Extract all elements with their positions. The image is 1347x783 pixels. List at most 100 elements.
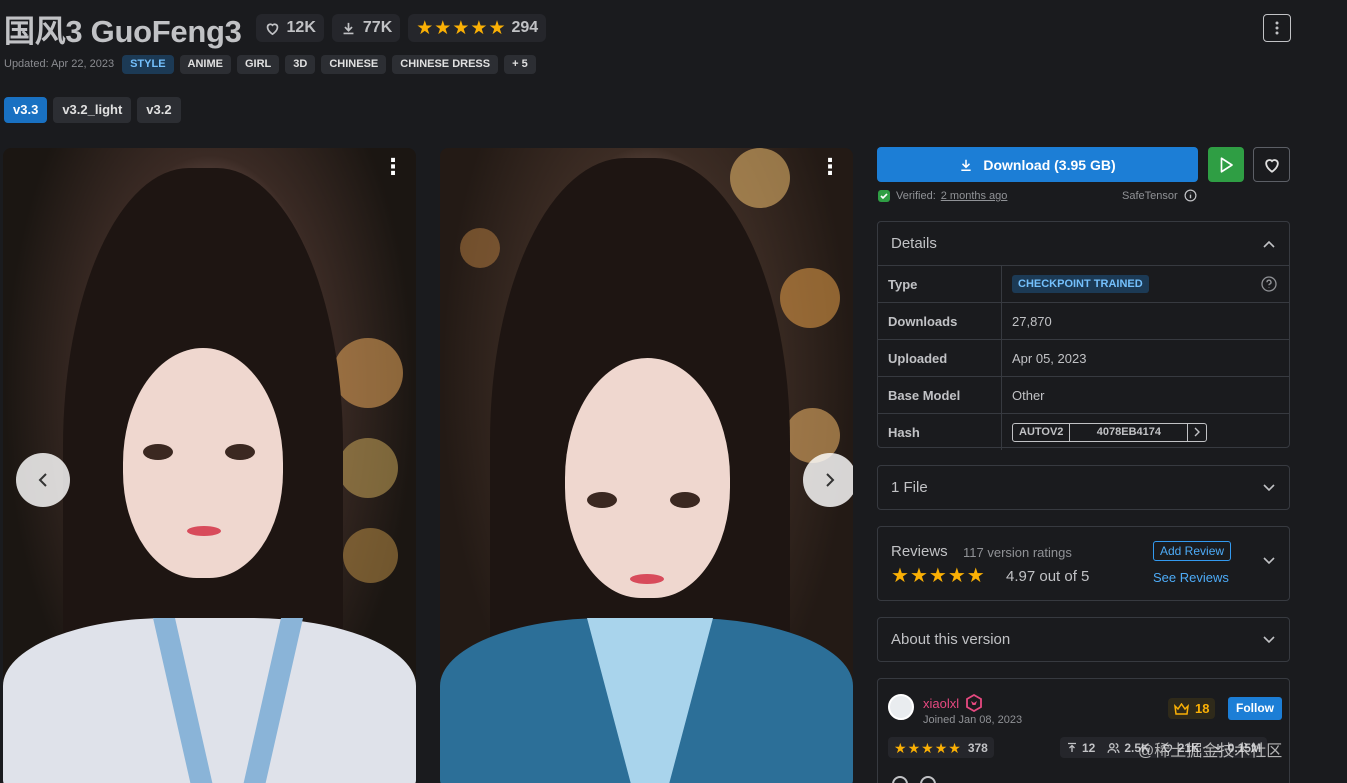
bokeh-light <box>343 528 398 583</box>
chevron-right-icon <box>826 473 835 487</box>
eye-shape <box>587 492 617 508</box>
see-reviews-link[interactable]: See Reviews <box>1153 570 1229 585</box>
review-score: 4.97 out of 5 <box>1006 568 1090 585</box>
about-label: About this version <box>891 631 1011 648</box>
creator-joined: Joined Jan 08, 2023 <box>923 714 1023 726</box>
star-icon: ★ <box>921 739 934 756</box>
rating-chip[interactable]: ★ ★ ★ ★ ★ 294 <box>408 14 547 42</box>
star-icon: ★ <box>416 17 434 39</box>
lips-shape <box>630 574 664 584</box>
run-button[interactable] <box>1208 147 1244 182</box>
likes-count: 12K <box>286 19 316 36</box>
shield-check-icon <box>878 190 890 202</box>
detail-value: Apr 05, 2023 <box>1012 350 1087 366</box>
creator-card: xiaolxl Joined Jan 08, 2023 18 Follow ★ ★… <box>877 678 1290 783</box>
detail-row-hash: Hash AUTOV2 4078EB4174 <box>878 413 1289 450</box>
hash-box[interactable]: AUTOV2 4078EB4174 <box>1012 422 1208 442</box>
tag-3d[interactable]: 3D <box>285 54 316 74</box>
gallery-prev-button[interactable] <box>16 453 70 507</box>
download-icon <box>343 22 354 34</box>
detail-value: Other <box>1012 387 1045 403</box>
heart-icon <box>266 22 278 35</box>
gallery-next-button[interactable] <box>803 453 853 507</box>
detail-value: 27,870 <box>1012 313 1052 329</box>
files-label: 1 File <box>891 479 928 496</box>
users-icon <box>1107 742 1120 753</box>
globe-icon[interactable] <box>892 776 908 783</box>
detail-label: Downloads <box>878 303 1002 339</box>
help-icon[interactable] <box>1261 276 1277 292</box>
image-menu-button[interactable]: ⋮ <box>819 156 841 178</box>
details-header[interactable]: Details <box>878 222 1289 265</box>
version-tab-v3-3[interactable]: v3.3 <box>4 97 48 123</box>
creator-links <box>892 776 936 783</box>
detail-row-type: Type CHECKPOINT TRAINED <box>878 265 1289 302</box>
gallery-image-2[interactable]: ⋮ <box>440 148 853 783</box>
image-menu-button[interactable]: ⋮ <box>382 156 404 178</box>
downloads-chip[interactable]: 77K <box>331 14 401 42</box>
verified-date-link[interactable]: 2 months ago <box>941 190 1008 202</box>
download-button[interactable]: Download (3.95 GB) <box>877 147 1198 182</box>
play-icon <box>1220 156 1233 173</box>
detail-label: Base Model <box>878 377 1002 413</box>
face-shape <box>565 358 730 598</box>
heart-icon <box>1264 158 1279 173</box>
tag-girl[interactable]: GIRL <box>237 54 280 74</box>
tag-chinese[interactable]: CHINESE <box>321 54 387 74</box>
version-tab-v3-2-light[interactable]: v3.2_light <box>53 97 132 123</box>
tag-style[interactable]: STYLE <box>122 54 174 74</box>
tag-more[interactable]: + 5 <box>504 54 536 74</box>
face-shape <box>123 348 283 578</box>
chevron-down-icon <box>1263 635 1275 643</box>
about-version-panel[interactable]: About this version <box>877 617 1290 662</box>
star-icon: ★ <box>452 17 470 39</box>
creator-name[interactable]: xiaolxl <box>923 696 959 711</box>
detail-row-base-model: Base Model Other <box>878 376 1289 413</box>
star-icon: ★ <box>966 565 985 587</box>
gallery-image-1[interactable]: ⋮ <box>3 148 416 783</box>
chevron-down-icon[interactable] <box>1263 557 1275 565</box>
star-icon: ★ <box>907 739 921 756</box>
verified-row: Verified: 2 months ago <box>877 189 1007 203</box>
detail-label: Hash <box>878 414 1002 450</box>
crown-count: 18 <box>1195 701 1210 716</box>
likes-chip[interactable]: 12K <box>255 14 324 42</box>
tag-chinese-dress[interactable]: CHINESE DRESS <box>392 54 499 74</box>
updated-date: Updated: Apr 22, 2023 <box>4 58 115 70</box>
follow-button[interactable]: Follow <box>1228 697 1282 720</box>
add-review-button[interactable]: Add Review <box>1153 541 1232 561</box>
tag-anime[interactable]: ANIME <box>179 54 231 74</box>
star-icon: ★ <box>891 565 909 587</box>
favorite-button[interactable] <box>1253 147 1290 182</box>
crown-icon <box>1174 702 1189 715</box>
globe-icon[interactable] <box>920 776 936 783</box>
creator-rating-count: 378 <box>967 740 988 755</box>
rating-stars: ★ ★ ★ ★ ★ <box>416 19 505 38</box>
avatar[interactable] <box>888 694 914 720</box>
files-panel[interactable]: 1 File <box>877 465 1290 510</box>
detail-row-uploaded: Uploaded Apr 05, 2023 <box>878 339 1289 376</box>
hash-type[interactable]: AUTOV2 <box>1013 423 1071 441</box>
version-tab-v3-2[interactable]: v3.2 <box>137 97 181 123</box>
bokeh-light <box>460 228 500 268</box>
safetensor-label: SafeTensor <box>1122 189 1197 202</box>
bokeh-light <box>730 148 790 208</box>
robe-shape <box>3 618 416 783</box>
download-label: Download (3.95 GB) <box>983 156 1116 173</box>
detail-label: Type <box>878 266 1002 302</box>
more-options-button[interactable] <box>1263 14 1291 42</box>
star-icon: ★ <box>928 565 947 587</box>
hash-value[interactable]: 4078EB4174 <box>1070 423 1189 441</box>
star-icon: ★ <box>894 739 907 756</box>
upload-icon <box>1068 742 1076 752</box>
reviews-title: Reviews <box>891 543 948 560</box>
chevron-right-icon[interactable] <box>1188 424 1206 441</box>
info-icon[interactable] <box>1184 189 1197 202</box>
review-stars: ★ ★ ★ ★ ★ <box>891 566 985 586</box>
meta-row: Updated: Apr 22, 2023 STYLE ANIME GIRL 3… <box>4 54 542 74</box>
crown-chip: 18 <box>1168 698 1216 719</box>
model-title: 国风3 GuoFeng3 <box>4 13 242 49</box>
star-icon: ★ <box>947 565 966 587</box>
verified-label: Verified: <box>896 190 936 202</box>
rating-count: 294 <box>511 19 539 36</box>
